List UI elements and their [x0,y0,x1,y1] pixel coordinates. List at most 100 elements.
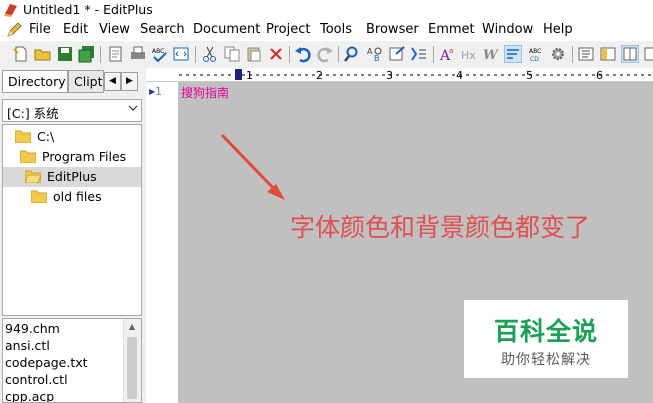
file-item[interactable]: ansi.ctl [5,338,50,353]
svg-text:CD: CD [530,56,539,63]
file-list-scrollbar[interactable]: ▲ [123,319,141,402]
svg-text:W: W [483,48,499,63]
panel-left-icon[interactable] [577,45,595,63]
tree-node-program-files[interactable]: Program Files [20,147,140,167]
menu-project[interactable]: Project [266,22,310,37]
menu-window[interactable]: Window [482,22,533,37]
menu-file[interactable]: File [29,22,51,37]
open-folder-icon[interactable] [34,45,52,63]
spellcheck-icon[interactable]: ABC [151,45,169,63]
tree-node-label: EditPlus [47,169,97,184]
save-icon[interactable] [56,45,74,63]
ruler-number: 5 [526,69,533,81]
editplus-logo-icon [4,4,17,17]
tree-node-editplus[interactable]: EditPlus [3,167,141,187]
svg-text:Hx: Hx [461,49,476,62]
folder-icon [20,150,36,163]
menu-search[interactable]: Search [140,22,185,37]
toolbar-separator [572,46,573,63]
menu-emmet[interactable]: Emmet [428,22,475,37]
toolbar-separator [289,46,290,63]
drive-label: [C:] 系统 [7,106,59,121]
new-file-icon[interactable] [12,45,30,63]
menu-edit[interactable]: Edit [63,22,88,37]
file-item[interactable]: control.ctl [5,372,68,387]
tab-directory[interactable]: Directory [2,70,68,93]
annotation-text: 字体颜色和背景颜色都变了 [290,213,591,242]
chevron-down-icon [128,105,138,111]
goto-file-icon[interactable] [388,45,406,63]
tree-node-label: Program Files [42,149,127,164]
watermark-subtitle: 助你轻松解决 [501,352,591,368]
print-icon[interactable] [129,45,147,63]
ruler-ticks: 1 2 3 4 5 6 [179,69,653,81]
tree-node-old-files[interactable]: old files [31,187,141,207]
copy-icon[interactable] [223,45,241,63]
menu-document[interactable]: Document [193,22,260,37]
line-number: 1 [155,85,162,98]
svg-text:a: a [449,47,453,55]
svg-text:ABC: ABC [529,48,541,55]
toolbar-separator [195,46,196,63]
split-view-icon[interactable] [621,45,639,63]
watermark-logo: 百科全说 助你轻松解决 [464,300,628,378]
delete-icon[interactable] [267,45,285,63]
title-bar: Untitled1 * - EditPlus [0,0,653,20]
redo-icon[interactable] [316,45,334,63]
ruler-number: 3 [386,69,393,81]
tab-scroll-right-icon[interactable]: ▶ [121,72,138,91]
header-icon[interactable]: Hx [460,45,478,63]
goto-line-icon[interactable] [410,45,428,63]
watermark-title: 百科全说 [493,317,598,346]
folder-icon [15,130,31,143]
font-icon[interactable]: Aa [438,45,456,63]
file-item[interactable]: cpp.acp [5,389,54,402]
ruler-number: 2 [316,69,323,81]
ruler-number: 4 [456,69,463,81]
tab-cliptext[interactable]: Clipt [68,70,104,93]
cut-icon[interactable] [201,45,219,63]
pencil-icon[interactable] [6,22,22,38]
scrollbar-thumb[interactable] [127,337,137,399]
directory-tree: C:\ Program Files EditPlus old files [2,124,142,316]
find-icon[interactable] [344,45,362,63]
print-preview-icon[interactable] [107,45,125,63]
window-icon[interactable] [643,45,653,63]
tree-node-label: old files [53,189,102,204]
menu-help[interactable]: Help [543,22,573,37]
toolbar-separator [338,46,339,63]
menu-tools[interactable]: Tools [320,22,352,37]
menu-bar: File Edit View Search Document Project T… [0,20,653,41]
save-all-icon[interactable] [78,45,96,63]
paste-icon[interactable] [245,45,263,63]
ruler-number: 6 [596,69,603,81]
ruler-number: 1 [246,69,253,81]
menu-view[interactable]: View [99,22,130,37]
file-item[interactable]: 949.chm [5,321,60,336]
panel-right-icon[interactable] [599,45,617,63]
settings-gear-icon[interactable] [549,45,567,63]
menu-browser[interactable]: Browser [366,22,419,37]
file-list: 949.chm ansi.ctl codepage.txt control.ct… [2,318,142,403]
ruler: 1 2 3 4 5 6 [146,68,653,82]
scroll-up-icon[interactable]: ▲ [124,319,140,335]
replace-icon[interactable]: AB [366,45,384,63]
tab-scroll-left-icon[interactable]: ◀ [104,72,121,91]
open-folder-icon [25,170,41,183]
text-area[interactable]: 搜狗指南 字体颜色和背景颜色都变了 百科全说 助你轻松解决 [178,82,653,403]
file-item[interactable]: codepage.txt [5,355,88,370]
toolbar-separator [100,46,101,63]
editor-pane: 1 2 3 4 5 6 ▶ 1 搜狗指南 字体颜色和背景颜色都变了 百科全说 助你轻松解决 [146,68,653,403]
abc-icon[interactable]: ABCCD [527,45,545,63]
tree-node-c-drive[interactable]: C:\ [15,127,140,147]
toolbar: ABC AB Aa Hx W ABC CD [0,41,653,69]
folder-icon [31,190,47,203]
undo-icon[interactable] [294,45,312,63]
browser-icon[interactable] [172,45,190,63]
drive-select[interactable]: [C:] 系统 [2,99,142,122]
sidebar: Directory Clipt ◀ ▶ [C:] 系统 C:\ Program … [0,68,145,403]
wrap-icon[interactable] [504,45,522,63]
tree-node-label: C:\ [37,129,55,144]
line-number-gutter: ▶ 1 [146,82,178,403]
italic-w-icon[interactable]: W [482,45,500,63]
